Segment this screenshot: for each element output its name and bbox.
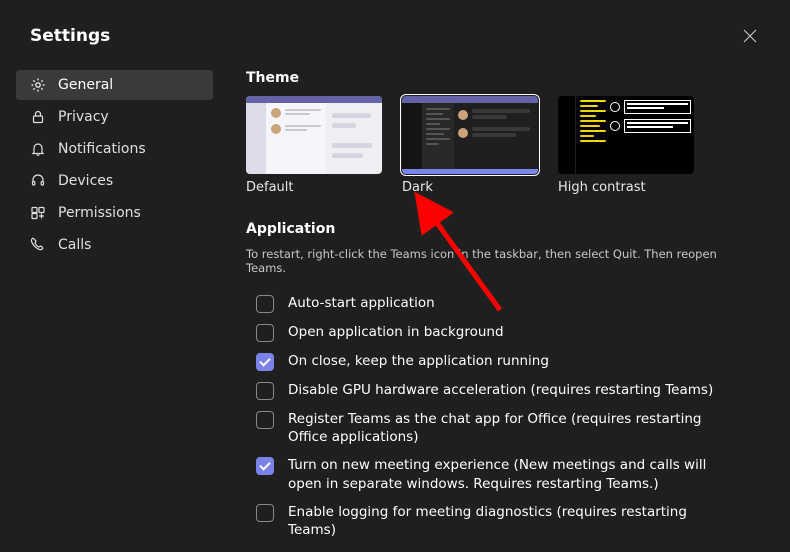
sidebar-item-label: Calls <box>58 237 91 253</box>
theme-label: High contrast <box>558 180 694 195</box>
phone-icon <box>30 237 46 253</box>
sidebar-item-general[interactable]: General <box>16 70 213 100</box>
checkbox[interactable] <box>256 353 274 371</box>
sidebar-item-notifications[interactable]: Notifications <box>16 134 213 164</box>
theme-label: Dark <box>402 180 538 195</box>
theme-options: Default <box>246 96 760 195</box>
sidebar-item-label: Devices <box>58 173 113 189</box>
lock-icon <box>30 109 46 125</box>
checkbox[interactable] <box>256 411 274 429</box>
theme-thumb-high-contrast <box>558 96 694 174</box>
headset-icon <box>30 173 46 189</box>
settings-sidebar: General Privacy Notifications Devices Pe <box>0 62 216 544</box>
checkbox-label: Register Teams as the chat app for Offic… <box>288 410 718 446</box>
option-register[interactable]: Register Teams as the chat app for Offic… <box>256 405 760 451</box>
checkbox[interactable] <box>256 324 274 342</box>
sidebar-item-label: Privacy <box>58 109 109 125</box>
application-heading: Application <box>246 221 760 237</box>
checkbox-label: Disable GPU hardware acceleration (requi… <box>288 381 713 399</box>
option-logging[interactable]: Enable logging for meeting diagnostics (… <box>256 498 760 544</box>
checkbox-label: Auto-start application <box>288 294 435 312</box>
page-title: Settings <box>30 26 110 46</box>
theme-thumb-default <box>246 96 382 174</box>
close-button[interactable] <box>734 20 766 52</box>
sidebar-item-privacy[interactable]: Privacy <box>16 102 213 132</box>
sidebar-item-label: Permissions <box>58 205 141 221</box>
checkbox-label: Enable logging for meeting diagnostics (… <box>288 503 718 539</box>
checkbox-label: On close, keep the application running <box>288 352 549 370</box>
close-icon <box>743 29 757 43</box>
bell-icon <box>30 141 46 157</box>
option-new-meeting[interactable]: Turn on new meeting experience (New meet… <box>256 451 760 497</box>
checkbox[interactable] <box>256 504 274 522</box>
option-autostart[interactable]: Auto-start application <box>256 289 760 318</box>
option-open-bg[interactable]: Open application in background <box>256 318 760 347</box>
option-disable-gpu[interactable]: Disable GPU hardware acceleration (requi… <box>256 376 760 405</box>
checkbox[interactable] <box>256 457 274 475</box>
gear-icon <box>30 77 46 93</box>
sidebar-item-label: General <box>58 77 113 93</box>
checkbox-label: Open application in background <box>288 323 504 341</box>
theme-option-default[interactable]: Default <box>246 96 382 195</box>
theme-thumb-dark <box>402 96 538 174</box>
sidebar-item-permissions[interactable]: Permissions <box>16 198 213 228</box>
theme-heading: Theme <box>246 70 760 86</box>
application-options: Auto-start application Open application … <box>246 289 760 544</box>
permissions-icon <box>30 205 46 221</box>
theme-option-high-contrast[interactable]: High contrast <box>558 96 694 195</box>
application-helper-text: To restart, right-click the Teams icon i… <box>246 247 760 275</box>
theme-label: Default <box>246 180 382 195</box>
theme-option-dark[interactable]: Dark <box>402 96 538 195</box>
sidebar-item-devices[interactable]: Devices <box>16 166 213 196</box>
sidebar-item-calls[interactable]: Calls <box>16 230 213 260</box>
checkbox[interactable] <box>256 382 274 400</box>
sidebar-item-label: Notifications <box>58 141 146 157</box>
checkbox-label: Turn on new meeting experience (New meet… <box>288 456 718 492</box>
option-onclose[interactable]: On close, keep the application running <box>256 347 760 376</box>
checkbox[interactable] <box>256 295 274 313</box>
